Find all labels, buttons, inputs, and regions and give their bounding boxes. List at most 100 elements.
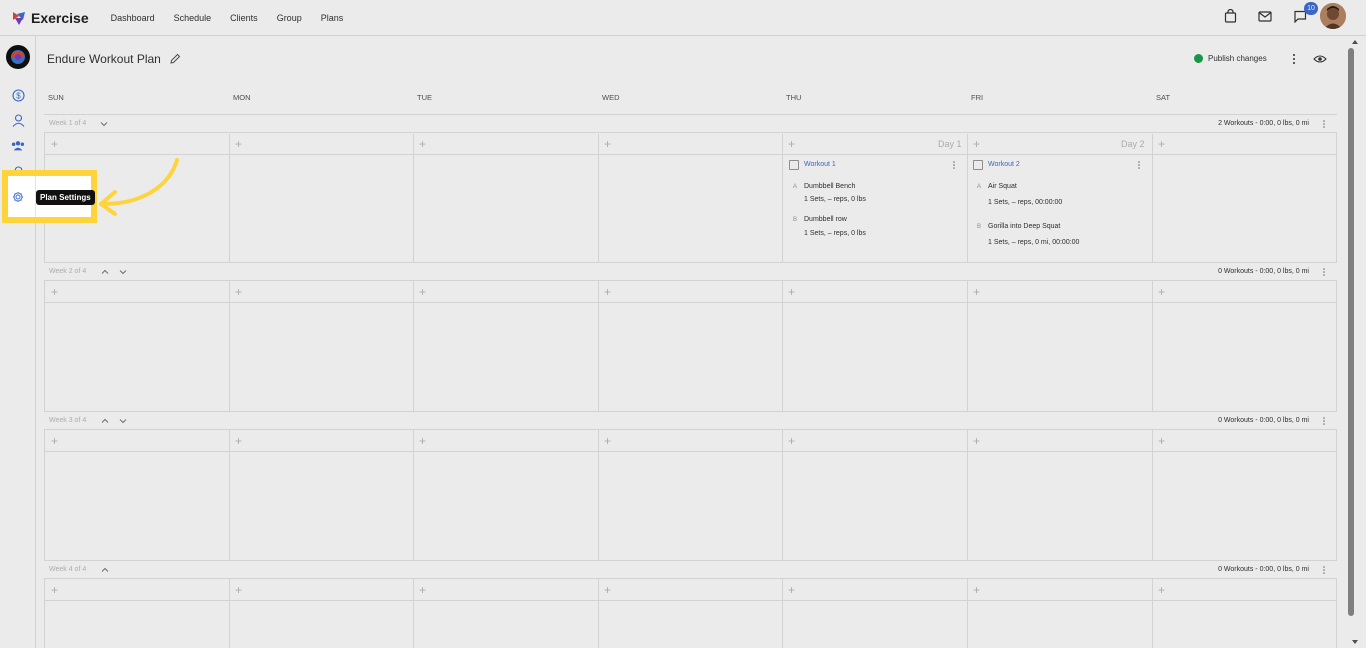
add-workout-button[interactable]: + bbox=[604, 584, 611, 596]
pointer-arrow-icon bbox=[99, 158, 179, 216]
add-workout-row: + + + + + + + bbox=[44, 432, 1337, 452]
week-summary: 0 Workouts - 0:00, 0 lbs, 0 mi bbox=[1218, 566, 1309, 573]
workout-title[interactable]: Workout 1 bbox=[804, 161, 836, 168]
more-options-icon[interactable] bbox=[1321, 416, 1327, 426]
workout-checkbox[interactable] bbox=[973, 160, 983, 170]
chevron-up-icon[interactable] bbox=[100, 416, 110, 426]
exercise-name[interactable]: Dumbbell row bbox=[804, 216, 847, 223]
exercise-letter: B bbox=[977, 224, 982, 230]
chevron-down-icon[interactable] bbox=[118, 416, 128, 426]
publish-changes-button[interactable]: Publish changes bbox=[1194, 54, 1267, 63]
exercise-logo-icon bbox=[13, 11, 25, 25]
group-icon[interactable] bbox=[11, 138, 25, 152]
add-workout-button[interactable]: + bbox=[788, 138, 795, 150]
add-workout-button[interactable]: + bbox=[51, 138, 58, 150]
add-workout-button[interactable]: + bbox=[604, 138, 611, 150]
dollar-icon[interactable]: $ bbox=[11, 88, 25, 102]
exercise-name[interactable]: Air Squat bbox=[988, 183, 1017, 190]
week-row: Week 3 of 4 0 Workouts - 0:00, 0 lbs, 0 … bbox=[44, 411, 1337, 430]
add-workout-button[interactable]: + bbox=[973, 584, 980, 596]
add-workout-button[interactable]: + bbox=[51, 584, 58, 596]
nav-schedule[interactable]: Schedule bbox=[174, 13, 212, 23]
add-workout-button[interactable]: + bbox=[973, 435, 980, 447]
chevron-down-icon[interactable] bbox=[99, 119, 109, 129]
nav-group[interactable]: Group bbox=[277, 13, 302, 23]
week-label: Week 2 of 4 bbox=[49, 268, 87, 275]
add-workout-row: + + + + + + + bbox=[44, 581, 1337, 601]
workout-checkbox[interactable] bbox=[789, 160, 799, 170]
day-header-sun: SUN bbox=[48, 93, 64, 102]
exercise-letter: A bbox=[793, 184, 798, 190]
add-workout-button[interactable]: + bbox=[419, 286, 426, 298]
more-options-icon[interactable] bbox=[1290, 53, 1298, 65]
add-workout-button[interactable]: + bbox=[419, 435, 426, 447]
week-row: Week 4 of 4 0 Workouts - 0:00, 0 lbs, 0 … bbox=[44, 560, 1337, 579]
add-workout-button[interactable]: + bbox=[788, 435, 795, 447]
highlight-box: Plan Settings bbox=[2, 170, 97, 223]
add-workout-button[interactable]: + bbox=[235, 584, 242, 596]
workout-card[interactable]: Workout 2 A Air Squat 1 Sets, – reps, 00… bbox=[973, 160, 1145, 250]
scrollbar-thumb[interactable] bbox=[1348, 48, 1354, 616]
nav-dashboard[interactable]: Dashboard bbox=[111, 13, 155, 23]
preview-eye-icon[interactable] bbox=[1313, 54, 1327, 64]
edit-pencil-icon[interactable] bbox=[169, 53, 181, 65]
chevron-up-icon[interactable] bbox=[100, 267, 110, 277]
add-workout-button[interactable]: + bbox=[235, 138, 242, 150]
main-nav: Dashboard Schedule Clients Group Plans bbox=[111, 13, 363, 23]
add-workout-button[interactable]: + bbox=[604, 435, 611, 447]
scroll-up-arrow-icon[interactable] bbox=[1351, 39, 1359, 45]
svg-text:$: $ bbox=[16, 91, 21, 100]
add-workout-button[interactable]: + bbox=[788, 286, 795, 298]
chevron-down-icon[interactable] bbox=[118, 267, 128, 277]
day-header-mon: MON bbox=[233, 93, 251, 102]
gear-icon[interactable] bbox=[12, 191, 24, 203]
day-header-fri: FRI bbox=[971, 93, 984, 102]
brand[interactable]: Exercise bbox=[11, 10, 89, 26]
week-label: Week 4 of 4 bbox=[49, 566, 87, 573]
chevron-up-icon[interactable] bbox=[100, 565, 110, 575]
bag-icon[interactable] bbox=[1222, 8, 1238, 24]
add-workout-button[interactable]: + bbox=[973, 138, 980, 150]
scroll-down-arrow-icon[interactable] bbox=[1351, 639, 1359, 645]
add-workout-button[interactable]: + bbox=[973, 286, 980, 298]
add-workout-button[interactable]: + bbox=[419, 584, 426, 596]
week-summary: 0 Workouts - 0:00, 0 lbs, 0 mi bbox=[1218, 268, 1309, 275]
app-name: Exercise bbox=[31, 9, 89, 26]
more-options-icon[interactable] bbox=[1321, 267, 1327, 277]
add-workout-button[interactable]: + bbox=[1158, 584, 1165, 596]
more-options-icon[interactable] bbox=[1136, 160, 1142, 170]
add-workout-button[interactable]: + bbox=[1158, 138, 1165, 150]
org-logo-icon[interactable] bbox=[6, 45, 30, 69]
more-options-icon[interactable] bbox=[1321, 565, 1327, 575]
day-header-sat: SAT bbox=[1156, 93, 1171, 102]
exercise-detail: 1 Sets, – reps, 0 lbs bbox=[804, 230, 866, 237]
nav-clients[interactable]: Clients bbox=[230, 13, 258, 23]
workout-card[interactable]: Workout 1 A Dumbbell Bench 1 Sets, – rep… bbox=[789, 160, 961, 250]
add-workout-button[interactable]: + bbox=[1158, 435, 1165, 447]
top-actions: 10 bbox=[1203, 2, 1346, 29]
add-workout-button[interactable]: + bbox=[604, 286, 611, 298]
add-workout-button[interactable]: + bbox=[788, 584, 795, 596]
mail-icon[interactable] bbox=[1257, 8, 1273, 24]
more-options-icon[interactable] bbox=[951, 160, 957, 170]
add-workout-button[interactable]: + bbox=[235, 286, 242, 298]
week-summary: 2 Workouts - 0:00, 0 lbs, 0 mi bbox=[1218, 120, 1309, 127]
exercise-name[interactable]: Dumbbell Bench bbox=[804, 183, 855, 190]
user-icon[interactable] bbox=[11, 113, 25, 127]
add-workout-button[interactable]: + bbox=[51, 286, 58, 298]
chat-icon[interactable]: 10 bbox=[1292, 2, 1318, 24]
avatar[interactable] bbox=[1320, 3, 1346, 29]
more-options-icon[interactable] bbox=[1321, 119, 1327, 129]
workout-title[interactable]: Workout 2 bbox=[988, 161, 1020, 168]
publish-label: Publish changes bbox=[1208, 54, 1267, 63]
week-summary: 0 Workouts - 0:00, 0 lbs, 0 mi bbox=[1218, 417, 1309, 424]
add-workout-button[interactable]: + bbox=[235, 435, 242, 447]
add-workout-button[interactable]: + bbox=[1158, 286, 1165, 298]
left-rail: $ bbox=[0, 36, 36, 648]
exercise-letter: A bbox=[977, 184, 982, 190]
add-workout-button[interactable]: + bbox=[419, 138, 426, 150]
add-workout-button[interactable]: + bbox=[51, 435, 58, 447]
nav-plans[interactable]: Plans bbox=[321, 13, 344, 23]
exercise-name[interactable]: Gorilla into Deep Squat bbox=[988, 223, 1060, 230]
day-tag: Day 2 bbox=[1121, 139, 1145, 149]
